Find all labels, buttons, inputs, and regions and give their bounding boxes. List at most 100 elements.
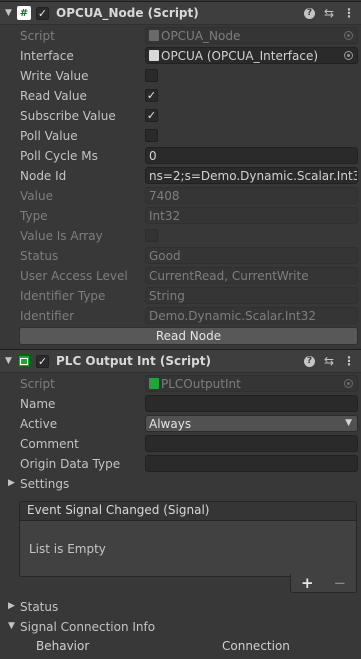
component-enabled-checkbox[interactable]: ✓ <box>36 354 49 368</box>
identifier-row: Identifier Demo.Dynamic.Scalar.Int32 <box>0 306 361 326</box>
identifier-label: Identifier <box>20 309 75 323</box>
origin-data-type-input[interactable] <box>145 455 358 472</box>
poll-cycle-row: Poll Cycle Ms 0 <box>0 146 361 166</box>
foldout-arrow-icon[interactable]: ▶ <box>8 478 15 488</box>
name-label: Name <box>20 397 56 411</box>
write-value-label: Write Value <box>20 69 89 83</box>
connection-columns-header: Behavior Connection <box>0 636 361 656</box>
foldout-arrow-icon[interactable]: ▼ <box>8 621 15 631</box>
plc-output-body: Script PLCOutputInt Name Active Always ▼… <box>0 373 361 494</box>
active-row: Active Always ▼ <box>0 414 361 434</box>
write-value-row: Write Value <box>0 66 361 86</box>
status-label: Status <box>20 249 59 263</box>
subscribe-value-checkbox[interactable]: ✓ <box>145 109 158 122</box>
opcua-node-body: Script OPCUA_Node Interface OPCUA (OPCUA… <box>0 25 361 346</box>
poll-value-row: Poll Value <box>0 126 361 146</box>
settings-foldout[interactable]: ▶ Settings <box>0 474 361 494</box>
comment-label: Comment <box>20 437 79 451</box>
list-controls: + − <box>290 574 357 593</box>
write-value-checkbox[interactable] <box>145 69 158 82</box>
event-list-header: Event Signal Changed (Signal) <box>20 502 356 521</box>
help-icon[interactable]: ? <box>303 7 315 19</box>
add-item-button[interactable]: + <box>301 574 314 592</box>
value-row: Value 7408 <box>0 186 361 206</box>
plc-script-icon <box>149 378 159 389</box>
value-field: 7408 <box>145 187 358 204</box>
type-row: Type Int32 <box>0 206 361 226</box>
status-foldout[interactable]: ▶ Status <box>0 597 361 617</box>
object-picker-icon[interactable] <box>344 51 353 60</box>
identifier-type-row: Identifier Type String <box>0 286 361 306</box>
script-value: PLCOutputInt <box>161 377 241 391</box>
node-id-row: Node Id ns=2;s=Demo.Dynamic.Scalar.Int32 <box>0 166 361 186</box>
user-access-label: User Access Level <box>20 269 128 283</box>
name-row: Name <box>0 394 361 414</box>
event-signal-changed-list: Event Signal Changed (Signal) List is Em… <box>19 501 357 577</box>
subscribe-value-row: Subscribe Value ✓ <box>0 106 361 126</box>
user-access-row: User Access Level CurrentRead, CurrentWr… <box>0 266 361 286</box>
foldout-arrow-icon[interactable]: ▼ <box>5 356 15 366</box>
plc-icon <box>17 354 31 368</box>
comment-row: Comment <box>0 434 361 454</box>
interface-label: Interface <box>20 49 74 63</box>
user-access-field: CurrentRead, CurrentWrite <box>145 267 358 284</box>
settings-label: Settings <box>20 477 70 491</box>
poll-cycle-label: Poll Cycle Ms <box>20 149 98 163</box>
script-value: OPCUA_Node <box>161 29 241 43</box>
behavior-column-header: Behavior <box>36 639 90 653</box>
foldout-arrow-icon[interactable]: ▶ <box>8 601 15 611</box>
read-value-checkbox[interactable]: ✓ <box>145 89 158 102</box>
type-field: Int32 <box>145 207 358 224</box>
component-enabled-checkbox[interactable]: ✓ <box>36 6 49 20</box>
component-menu-icon[interactable]: ⋮ <box>343 354 355 368</box>
origin-data-type-label: Origin Data Type <box>20 457 121 471</box>
preset-icon[interactable]: ⇆ <box>324 6 334 20</box>
remove-item-button[interactable]: − <box>333 574 346 592</box>
opcua-node-component-header[interactable]: ▼ # ✓ OPCUA_Node (Script) ? ⇆ ⋮ <box>0 1 361 25</box>
script-field[interactable]: OPCUA_Node <box>145 27 358 44</box>
value-is-array-row: Value Is Array <box>0 226 361 246</box>
identifier-type-field: String <box>145 287 358 304</box>
signal-connection-info-foldout[interactable]: ▼ Signal Connection Info <box>0 617 361 637</box>
plc-output-component-header[interactable]: ▼ ✓ PLC Output Int (Script) ? ⇆ ⋮ <box>0 349 361 373</box>
help-icon[interactable]: ? <box>303 355 315 367</box>
interface-field[interactable]: OPCUA (OPCUA_Interface) <box>145 47 358 64</box>
signal-connection-info-label: Signal Connection Info <box>20 620 156 634</box>
type-label: Type <box>20 209 48 223</box>
value-label: Value <box>20 189 53 203</box>
foldout-arrow-icon[interactable]: ▼ <box>5 8 15 18</box>
active-value: Always <box>149 417 192 431</box>
active-dropdown[interactable]: Always ▼ <box>145 415 358 432</box>
script-label: Script <box>20 29 55 43</box>
name-input[interactable] <box>145 395 358 412</box>
script-row: Script OPCUA_Node <box>0 26 361 46</box>
status-row: Status Good <box>0 246 361 266</box>
poll-value-checkbox[interactable] <box>145 129 158 142</box>
poll-cycle-input[interactable]: 0 <box>145 147 358 164</box>
interface-object-icon <box>149 50 159 61</box>
origin-data-type-row: Origin Data Type <box>0 454 361 474</box>
component-title: OPCUA_Node (Script) <box>56 6 199 20</box>
identifier-type-label: Identifier Type <box>20 289 106 303</box>
poll-value-label: Poll Value <box>20 129 78 143</box>
plc-script-row: Script PLCOutputInt <box>0 374 361 394</box>
dropdown-arrow-icon: ▼ <box>345 418 352 428</box>
read-node-row: Read Node <box>0 326 361 346</box>
subscribe-value-label: Subscribe Value <box>20 109 116 123</box>
read-value-row: Read Value ✓ <box>0 86 361 106</box>
node-id-label: Node Id <box>20 169 67 183</box>
identifier-field: Demo.Dynamic.Scalar.Int32 <box>145 307 358 324</box>
component-menu-icon[interactable]: ⋮ <box>343 6 355 20</box>
preset-icon[interactable]: ⇆ <box>324 354 334 368</box>
interface-value: OPCUA (OPCUA_Interface) <box>161 49 319 63</box>
read-node-button[interactable]: Read Node <box>19 327 358 345</box>
node-id-input[interactable]: ns=2;s=Demo.Dynamic.Scalar.Int32 <box>145 167 358 184</box>
object-picker-icon[interactable] <box>344 31 353 40</box>
script-hash-icon: # <box>17 6 31 20</box>
comment-input[interactable] <box>145 435 358 452</box>
script-field[interactable]: PLCOutputInt <box>145 375 358 392</box>
interface-row: Interface OPCUA (OPCUA_Interface) <box>0 46 361 66</box>
active-label: Active <box>20 417 58 431</box>
status-foldout-label: Status <box>20 600 59 614</box>
object-picker-icon[interactable] <box>344 379 353 388</box>
